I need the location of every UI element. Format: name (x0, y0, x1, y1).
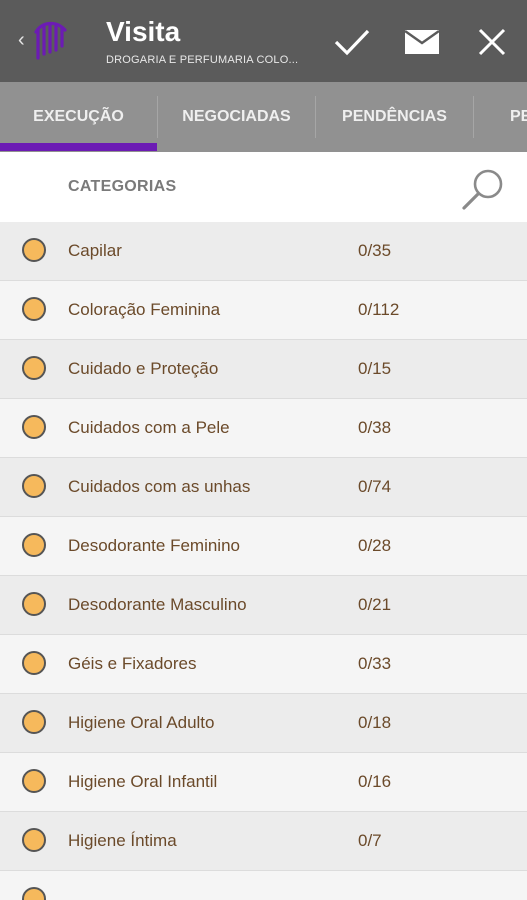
category-count: 0/35 (358, 241, 392, 260)
list-item[interactable]: Higiene Oral Adulto 0/18 (0, 694, 527, 753)
page-title: Visita (106, 16, 181, 47)
tab-pendencias[interactable]: PENDÊNCIAS (316, 82, 473, 152)
tab-negociadas[interactable]: NEGOCIADAS (158, 82, 315, 152)
list-header-label: CATEGORIAS (68, 178, 177, 195)
confirm-button[interactable] (330, 20, 374, 64)
category-name: Higiene Íntima (68, 831, 177, 850)
category-name: Desodorante Feminino (68, 536, 240, 555)
list-item[interactable]: Cuidado e Proteção 0/15 (0, 340, 527, 399)
list-item[interactable]: Coloração Feminina 0/112 (0, 281, 527, 340)
list-item[interactable] (0, 871, 527, 900)
tab-bar: EXECUÇÃO NEGOCIADAS PENDÊNCIAS PE (0, 82, 527, 152)
mail-icon (404, 30, 440, 54)
app-bar: ‹ Visita DROGARIA E PERFUMARIA COLO... (0, 0, 527, 82)
category-name: Higiene Oral Adulto (68, 713, 215, 732)
category-count: 0/18 (358, 713, 392, 732)
category-name: Cuidado e Proteção (68, 359, 219, 378)
category-count: 0/7 (358, 831, 382, 850)
list-item[interactable]: Higiene Íntima 0/7 (0, 812, 527, 871)
list-item[interactable]: Cuidados com as unhas 0/74 (0, 458, 527, 517)
status-dot-icon (22, 887, 46, 900)
category-count: 0/38 (358, 418, 392, 437)
close-icon (478, 28, 506, 56)
status-dot-icon (22, 769, 46, 793)
status-dot-icon (22, 651, 46, 675)
check-icon (334, 29, 370, 56)
status-dot-icon (22, 297, 46, 321)
category-count: 0/33 (358, 654, 392, 673)
list-header: CATEGORIAS (0, 152, 527, 222)
category-name: Cuidados com a Pele (68, 418, 230, 437)
category-list: Capilar 0/35 Coloração Feminina 0/112 Cu… (0, 222, 527, 900)
page-subtitle: DROGARIA E PERFUMARIA COLO... (106, 54, 299, 66)
category-name: Géis e Fixadores (68, 654, 197, 673)
category-name: Cuidados com as unhas (68, 477, 251, 496)
status-dot-icon (22, 238, 46, 262)
close-button[interactable] (470, 20, 514, 64)
tab-label: EXECUÇÃO (33, 108, 124, 125)
back-button[interactable]: ‹ (18, 29, 25, 52)
list-item[interactable]: Desodorante Masculino 0/21 (0, 576, 527, 635)
list-item[interactable]: Cuidados com a Pele 0/38 (0, 399, 527, 458)
list-item[interactable]: Higiene Oral Infantil 0/16 (0, 753, 527, 812)
status-dot-icon (22, 356, 46, 380)
category-count: 0/15 (358, 359, 392, 378)
category-name: Coloração Feminina (68, 300, 221, 319)
tab-execucao[interactable]: EXECUÇÃO (0, 82, 157, 152)
status-dot-icon (22, 828, 46, 852)
list-item[interactable]: Géis e Fixadores 0/33 (0, 635, 527, 694)
email-button[interactable] (400, 20, 444, 64)
tab-label: PENDÊNCIAS (342, 108, 447, 125)
status-dot-icon (22, 710, 46, 734)
category-name: Capilar (68, 241, 122, 260)
app-logo-icon[interactable] (32, 16, 68, 64)
category-count: 0/16 (358, 772, 392, 791)
tab-label: NEGOCIADAS (182, 108, 291, 125)
category-count: 0/21 (358, 595, 392, 614)
tab-partial[interactable]: PE (474, 82, 527, 152)
status-dot-icon (22, 474, 46, 498)
category-count: 0/74 (358, 477, 392, 496)
category-name: Desodorante Masculino (68, 595, 247, 614)
list-item[interactable]: Desodorante Feminino 0/28 (0, 517, 527, 576)
status-dot-icon (22, 592, 46, 616)
category-count: 0/112 (358, 300, 400, 319)
category-name: Higiene Oral Infantil (68, 772, 218, 791)
status-dot-icon (22, 415, 46, 439)
tab-label: PE (510, 108, 527, 125)
list-item[interactable]: Capilar 0/35 (0, 222, 527, 281)
status-dot-icon (22, 533, 46, 557)
selected-tab-indicator (0, 143, 157, 151)
search-icon[interactable] (460, 166, 508, 214)
category-count: 0/28 (358, 536, 392, 555)
